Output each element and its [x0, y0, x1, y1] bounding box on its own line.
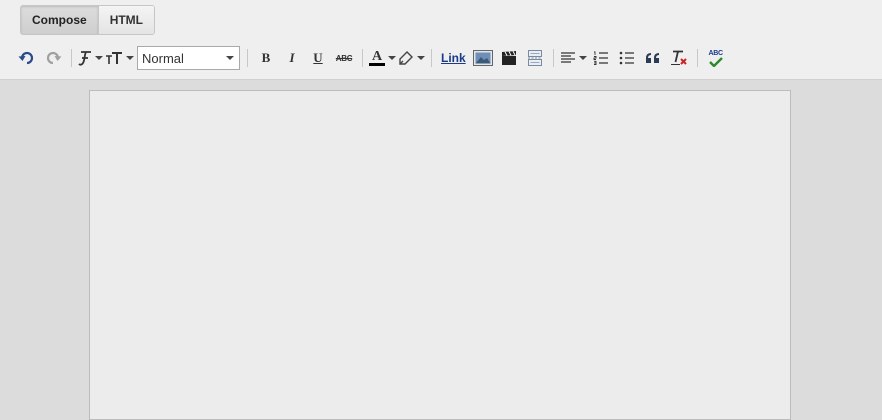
- compose-editor-area[interactable]: [89, 90, 791, 420]
- highlight-color-button[interactable]: [398, 46, 425, 70]
- numbered-list-icon: [593, 51, 608, 65]
- text-color-swatch: [369, 63, 385, 66]
- mode-tabs: Compose HTML: [20, 5, 156, 35]
- font-family-button[interactable]: [78, 46, 103, 70]
- insert-link-button[interactable]: Link: [438, 46, 469, 70]
- html-tab[interactable]: HTML: [97, 6, 155, 34]
- italic-button[interactable]: I: [280, 46, 304, 70]
- video-clapper-icon: [501, 50, 516, 65]
- redo-icon: [46, 51, 62, 65]
- toolbar-separator: [552, 49, 554, 67]
- highlighter-icon: [399, 51, 413, 65]
- insert-video-button[interactable]: [497, 46, 521, 70]
- spellcheck-button[interactable]: ABC: [704, 46, 728, 70]
- compose-tab[interactable]: Compose: [21, 6, 98, 34]
- jump-break-icon: [527, 50, 542, 66]
- paragraph-format-select[interactable]: Normal: [137, 46, 240, 70]
- toolbar-separator: [696, 49, 698, 67]
- strikethrough-button[interactable]: ABC: [332, 46, 356, 70]
- chevron-down-icon: [126, 56, 134, 60]
- text-color-letter: A: [371, 49, 383, 64]
- chevron-down-icon: [388, 56, 396, 60]
- spellcheck-abc: ABC: [708, 49, 724, 57]
- format-select-value: Normal: [142, 50, 184, 66]
- undo-button[interactable]: [15, 46, 39, 70]
- alignment-button[interactable]: [560, 46, 587, 70]
- toolbar-separator: [431, 49, 432, 67]
- toolbar-separator: [71, 49, 72, 67]
- checkmark-icon: [708, 56, 723, 67]
- image-icon: [472, 50, 493, 66]
- align-left-icon: [560, 52, 575, 63]
- font-size-button[interactable]: [105, 46, 134, 70]
- blockquote-button[interactable]: [641, 46, 665, 70]
- bulleted-list-button[interactable]: [615, 46, 639, 70]
- bold-button[interactable]: B: [254, 46, 278, 70]
- font-family-icon: [78, 51, 91, 66]
- chevron-down-icon: [578, 56, 587, 60]
- undo-icon: [18, 51, 34, 65]
- chevron-down-icon: [226, 56, 234, 60]
- text-color-icon: A: [369, 50, 385, 66]
- numbered-list-button[interactable]: [589, 46, 613, 70]
- chevron-down-icon: [95, 56, 103, 60]
- remove-formatting-icon: [670, 50, 687, 65]
- chevron-down-icon: [417, 56, 425, 60]
- insert-image-button[interactable]: [471, 46, 495, 70]
- font-size-icon: [106, 52, 122, 64]
- spellcheck-icon: ABC: [709, 50, 723, 67]
- toolbar-separator: [247, 49, 248, 67]
- editor-header: Compose HTML Normal B I U ABC A Link ABC: [0, 0, 882, 80]
- text-color-button[interactable]: A: [369, 46, 396, 70]
- quote-icon: [645, 53, 659, 63]
- redo-button[interactable]: [41, 46, 65, 70]
- insert-jump-break-button[interactable]: [523, 46, 547, 70]
- bulleted-list-icon: [619, 51, 634, 65]
- toolbar-separator: [362, 49, 363, 67]
- underline-button[interactable]: U: [306, 46, 330, 70]
- remove-formatting-button[interactable]: [667, 46, 691, 70]
- formatting-toolbar: Normal B I U ABC A Link ABC: [14, 44, 729, 72]
